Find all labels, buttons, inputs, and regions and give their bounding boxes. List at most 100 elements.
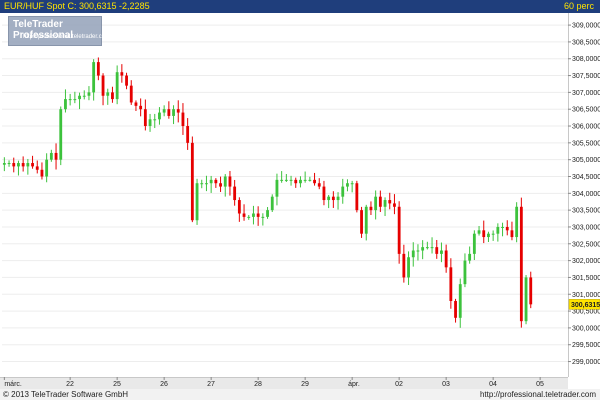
candle-body bbox=[148, 119, 152, 127]
x-tick-label: 28 bbox=[254, 381, 262, 388]
candle-body bbox=[64, 99, 67, 110]
candle-body bbox=[31, 163, 34, 167]
y-tick-label: 302,0000 bbox=[572, 258, 600, 265]
candle-body bbox=[496, 226, 500, 234]
candle-body bbox=[364, 206, 368, 234]
x-tick-label: 04 bbox=[489, 381, 497, 388]
candle-body bbox=[92, 62, 96, 93]
candle-body bbox=[237, 200, 241, 214]
candle-body bbox=[510, 230, 514, 238]
candle-body bbox=[421, 247, 425, 251]
candle-body bbox=[252, 213, 255, 217]
candle-body bbox=[54, 152, 58, 160]
candle-body bbox=[205, 183, 208, 185]
candle-body bbox=[458, 284, 462, 318]
candle-body bbox=[200, 183, 204, 185]
last-price-label: 300,6315 bbox=[571, 302, 600, 309]
candle-body bbox=[214, 179, 218, 184]
candle-body bbox=[125, 75, 128, 86]
candle-body bbox=[68, 99, 72, 101]
candle-body bbox=[162, 109, 166, 113]
candle-body bbox=[487, 233, 490, 238]
candle-body bbox=[73, 99, 77, 101]
y-tick-label: 305,0000 bbox=[572, 157, 600, 164]
candle-body bbox=[219, 183, 222, 187]
y-tick-label: 304,0000 bbox=[572, 191, 600, 198]
candle-body bbox=[425, 247, 429, 249]
candle-body bbox=[143, 109, 147, 127]
candle-body bbox=[78, 95, 81, 100]
y-tick-label: 301,5000 bbox=[572, 275, 600, 282]
candle-body bbox=[519, 206, 523, 322]
y-tick-label: 306,5000 bbox=[572, 107, 600, 114]
candle-body bbox=[463, 260, 467, 285]
candle-body bbox=[355, 183, 359, 211]
candle-body bbox=[430, 247, 434, 249]
candle-body bbox=[45, 159, 49, 177]
y-tick-label: 307,0000 bbox=[572, 90, 600, 97]
y-tick-label: 304,5000 bbox=[572, 174, 600, 181]
candle-body bbox=[186, 126, 190, 143]
y-tick-label: 301,0000 bbox=[572, 292, 600, 299]
candle-body bbox=[134, 102, 138, 106]
candle-body bbox=[303, 179, 307, 181]
x-tick-label: 27 bbox=[207, 381, 215, 388]
x-tick-label: 03 bbox=[442, 381, 450, 388]
candle-body bbox=[317, 183, 321, 187]
candle-body bbox=[294, 179, 298, 184]
candle-body bbox=[2, 163, 6, 165]
candle-body bbox=[256, 213, 260, 217]
candle-body bbox=[378, 196, 382, 207]
candle-body bbox=[491, 233, 495, 235]
y-tick-label: 308,5000 bbox=[572, 39, 600, 46]
candle-body bbox=[322, 186, 326, 201]
candle-body bbox=[181, 112, 185, 127]
candle-body bbox=[383, 200, 387, 207]
y-tick-label: 303,0000 bbox=[572, 224, 600, 231]
x-tick-label: 02 bbox=[395, 381, 403, 388]
candle-body bbox=[524, 277, 528, 322]
candle-body bbox=[139, 105, 143, 110]
candle-body bbox=[12, 163, 16, 167]
candle-body bbox=[106, 92, 110, 96]
candle-body bbox=[440, 250, 443, 254]
candle-body bbox=[505, 226, 509, 231]
y-tick-label: 299,0000 bbox=[572, 359, 600, 366]
copyright-text: © 2013 TeleTrader Software GmbH bbox=[3, 390, 129, 399]
y-tick-label: 299,5000 bbox=[572, 342, 600, 349]
candle-body bbox=[115, 72, 119, 100]
candle-body bbox=[195, 183, 199, 221]
candle-body bbox=[313, 179, 316, 184]
candle-body bbox=[7, 163, 11, 165]
x-tick-label: 26 bbox=[160, 381, 168, 388]
y-tick-label: 307,5000 bbox=[572, 73, 600, 80]
candle-body bbox=[21, 163, 25, 167]
candle-body bbox=[472, 233, 476, 254]
candle-body bbox=[482, 230, 486, 238]
candle-body bbox=[416, 250, 420, 252]
footer-url[interactable]: http://professional.teletrader.com bbox=[480, 389, 596, 400]
candle-body bbox=[289, 179, 293, 181]
candle-body bbox=[435, 247, 439, 254]
candle-body bbox=[40, 169, 44, 177]
footer: © 2013 TeleTrader Software GmbH http://p… bbox=[0, 389, 600, 400]
candle-body bbox=[101, 75, 105, 96]
candle-body bbox=[336, 196, 340, 201]
candle-body bbox=[388, 200, 392, 204]
x-tick-label: ápr. bbox=[348, 381, 360, 388]
logo-url: http://professional.teletrader.com bbox=[23, 34, 111, 40]
candle-body bbox=[153, 119, 157, 121]
candle-body bbox=[393, 203, 396, 207]
candle-body bbox=[242, 213, 246, 217]
y-tick-label: 309,0000 bbox=[572, 23, 600, 30]
candle-body bbox=[360, 210, 363, 234]
y-tick-label: 306,0000 bbox=[572, 124, 600, 131]
candle-body bbox=[266, 210, 269, 217]
candle-body bbox=[176, 109, 180, 113]
candle-body bbox=[397, 206, 401, 254]
candle-body bbox=[346, 183, 349, 187]
candle-body bbox=[501, 226, 504, 228]
candle-body bbox=[341, 186, 345, 197]
y-tick-label: 300,5000 bbox=[572, 309, 600, 316]
y-tick-label: 303,5000 bbox=[572, 208, 600, 215]
